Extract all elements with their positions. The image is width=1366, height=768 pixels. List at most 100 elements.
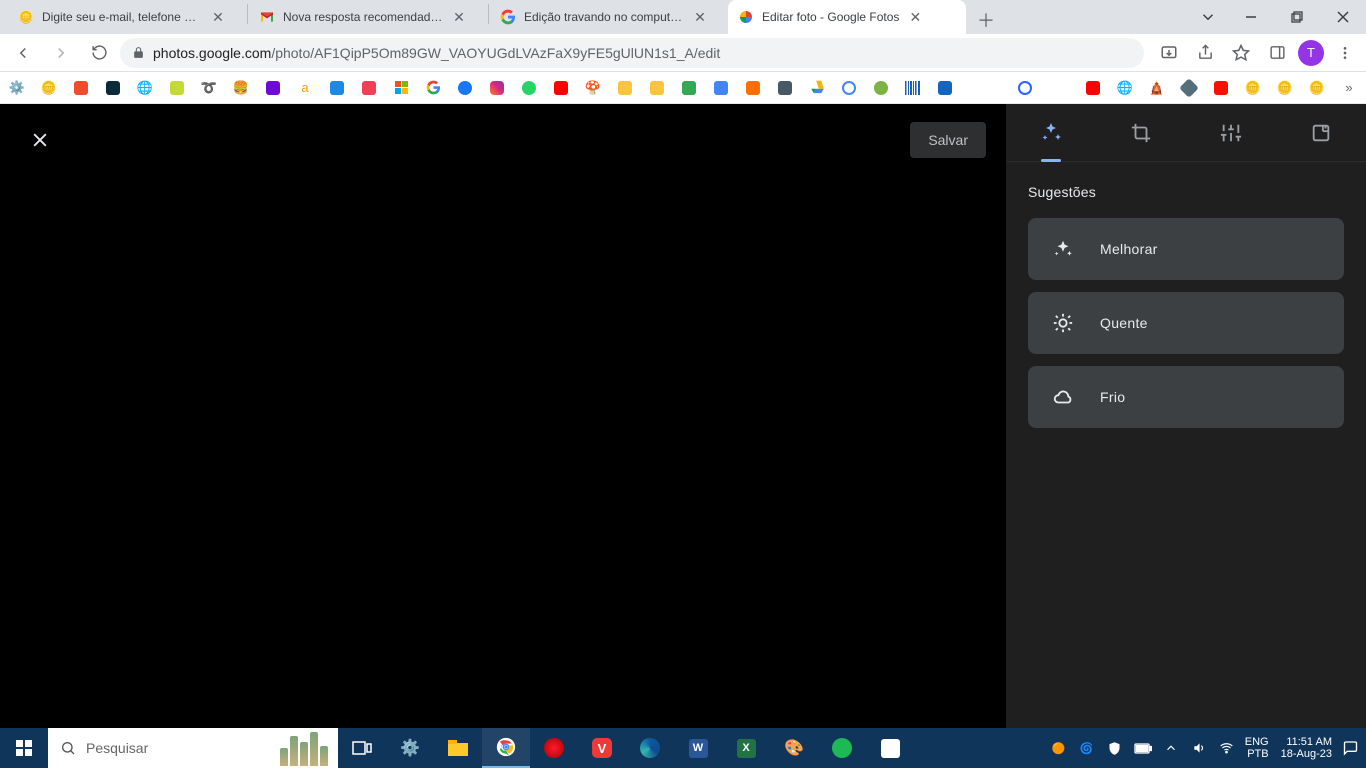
bookmark-icon[interactable]: 🪙 [1308,79,1326,97]
address-bar[interactable]: photos.google.com/photo/AF1QipP5Om89GW_V… [120,38,1144,68]
bookmark-icon[interactable]: 🪙 [1244,79,1262,97]
tray-icon[interactable]: 🌀 [1077,738,1097,758]
tab-crop[interactable] [1121,113,1161,153]
settings-icon[interactable]: ⚙️ [386,728,434,768]
tab-adjust[interactable] [1211,113,1251,153]
browser-tab-0[interactable]: 🪙 Digite seu e-mail, telefone ou usu ✕ [8,0,246,34]
suggestion-enhance[interactable]: Melhorar [1028,218,1344,280]
profile-avatar[interactable]: T [1298,40,1324,66]
tray-notifications-icon[interactable] [1340,738,1360,758]
tray-overflow-icon[interactable] [1161,738,1181,758]
tab-filters[interactable] [1301,113,1341,153]
bookmark-icon[interactable] [648,79,666,97]
browser-tab-1[interactable]: Nova resposta recomendada para ✕ [249,0,487,34]
bookmark-icon[interactable] [680,79,698,97]
bookmark-barcode-icon[interactable] [904,79,922,97]
side-panel-icon[interactable] [1262,38,1292,68]
bookmark-google-icon[interactable] [424,79,442,97]
bookmark-icon[interactable] [1016,79,1034,97]
nav-back-button[interactable] [6,36,40,70]
tray-volume-icon[interactable] [1189,738,1209,758]
bookmark-star-icon[interactable] [1226,38,1256,68]
lang-top: ENG [1245,736,1269,748]
bookmark-amazon-icon[interactable]: a [296,79,314,97]
bookmark-drive-icon[interactable] [808,79,826,97]
tray-clock[interactable]: 11:51 AM 18-Aug-23 [1281,736,1332,760]
app-icon[interactable] [866,728,914,768]
bookmark-icon[interactable] [264,79,282,97]
bookmark-overflow-icon[interactable]: » [1340,79,1358,97]
word-icon[interactable]: W [674,728,722,768]
bookmark-icon[interactable] [744,79,762,97]
taskbar-search[interactable]: Pesquisar [48,728,338,768]
bookmark-icon[interactable] [840,79,858,97]
bookmark-facebook-icon[interactable] [456,79,474,97]
bookmark-icon[interactable] [1180,79,1198,97]
bookmark-translate-icon[interactable] [712,79,730,97]
bookmark-icon[interactable] [776,79,794,97]
bookmark-icon[interactable]: 🪙 [40,79,58,97]
bookmark-youtube-icon[interactable] [552,79,570,97]
bookmark-microsoft-icon[interactable] [392,79,410,97]
window-minimize-button[interactable] [1228,0,1274,34]
window-close-button[interactable] [1320,0,1366,34]
save-button[interactable]: Salvar [910,122,986,158]
bookmark-icon[interactable]: 🛕 [1148,79,1166,97]
edge-icon[interactable] [626,728,674,768]
bookmark-adobe-icon[interactable] [1212,79,1230,97]
chrome-menu-icon[interactable] [1330,38,1360,68]
tab-close-icon[interactable]: ✕ [451,9,467,25]
browser-tab-2[interactable]: Edição travando no computador ✕ [490,0,728,34]
tab-suggestions[interactable] [1031,113,1071,153]
bookmark-icon[interactable]: 🪙 [1276,79,1294,97]
new-tab-button[interactable]: ＋ [972,6,1000,34]
search-art [274,730,334,766]
bookmark-icon[interactable] [872,79,890,97]
bookmark-whatsapp-icon[interactable] [520,79,538,97]
bookmark-icon[interactable] [72,79,90,97]
bookmark-instagram-icon[interactable] [488,79,506,97]
bookmark-globe-icon[interactable]: 🌐 [136,79,154,97]
bookmark-icon[interactable]: 🍔 [232,79,250,97]
tray-security-icon[interactable] [1105,738,1125,758]
tray-battery-icon[interactable] [1133,738,1153,758]
tray-language[interactable]: ENG PTB [1245,736,1269,760]
install-app-icon[interactable] [1154,38,1184,68]
bookmark-icon[interactable] [168,79,186,97]
tray-icon[interactable]: 🟠 [1049,738,1069,758]
bookmark-icon[interactable] [328,79,346,97]
close-editor-button[interactable] [30,130,50,150]
bookmark-youtube-icon[interactable] [1084,79,1102,97]
share-icon[interactable] [1190,38,1220,68]
bookmark-icon[interactable]: ➰ [200,79,218,97]
bookmark-icon[interactable] [936,79,954,97]
bookmark-pocket-icon[interactable] [360,79,378,97]
file-explorer-icon[interactable] [434,728,482,768]
suggestion-cool[interactable]: Frio [1028,366,1344,428]
suggestion-warm[interactable]: Quente [1028,292,1344,354]
tab-close-icon[interactable]: ✕ [907,9,923,25]
nav-reload-button[interactable] [82,36,116,70]
bookmark-icon[interactable] [104,79,122,97]
bookmark-settings-icon[interactable]: ⚙️ [8,79,26,97]
nav-forward-button[interactable] [44,36,78,70]
start-button[interactable] [0,728,48,768]
tab-close-icon[interactable]: ✕ [210,9,226,25]
bookmark-icon[interactable] [616,79,634,97]
tab-title: Edição travando no computador [524,10,684,24]
window-maximize-button[interactable] [1274,0,1320,34]
taskview-icon[interactable] [338,728,386,768]
browser-tab-3-active[interactable]: Editar foto - Google Fotos ✕ [728,0,966,34]
excel-icon[interactable]: X [722,728,770,768]
tab-close-icon[interactable]: ✕ [692,9,708,25]
vivaldi-icon[interactable]: V [578,728,626,768]
paint-icon[interactable]: 🎨 [770,728,818,768]
opera-icon[interactable] [530,728,578,768]
photos-editor: Salvar Sugestões Melhorar [0,104,1366,728]
tray-wifi-icon[interactable] [1217,738,1237,758]
bookmark-icon[interactable]: 🍄 [584,79,602,97]
tab-search-chevron-icon[interactable] [1188,8,1228,26]
spotify-icon[interactable] [818,728,866,768]
chrome-icon[interactable] [482,728,530,768]
bookmark-globe-icon[interactable]: 🌐 [1116,79,1134,97]
